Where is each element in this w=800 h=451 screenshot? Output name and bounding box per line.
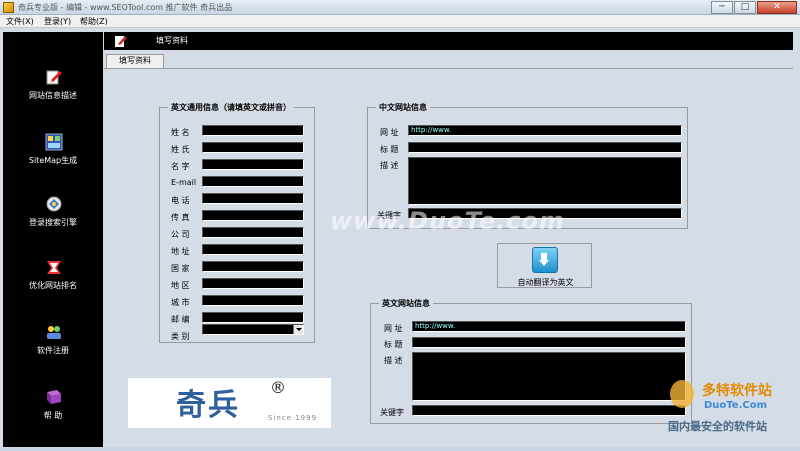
field-label: 网 址 (384, 324, 403, 333)
field-label: 姓 名 (171, 128, 190, 137)
full-name-field[interactable] (202, 125, 304, 136)
en-url-field[interactable]: http://www. (412, 321, 686, 332)
sidebar-item-submit-engines[interactable]: 登录搜索引擎 (3, 195, 103, 245)
minimize-button[interactable]: ─ (711, 1, 733, 14)
field-label: 类 别 (171, 332, 190, 341)
sidebar-item-help[interactable]: 帮 助 (3, 388, 103, 438)
region-field[interactable] (202, 278, 304, 289)
menu-file[interactable]: 文件(X) (6, 16, 34, 27)
cn-description-field[interactable] (408, 157, 682, 205)
fax-field[interactable] (202, 210, 304, 221)
edit-icon (46, 70, 62, 85)
help-icon (47, 390, 61, 404)
page-title: 填写资料 (156, 36, 188, 45)
register-icon (47, 326, 61, 339)
group-title: 中文网站信息 (376, 102, 430, 113)
surname-field[interactable] (202, 142, 304, 153)
given-name-field[interactable] (202, 159, 304, 170)
page-header: 填写资料 (104, 32, 793, 50)
field-label: 标 题 (384, 340, 403, 349)
phone-field[interactable] (202, 193, 304, 204)
field-label: 关键字 (380, 408, 404, 417)
field-label: 姓 氏 (171, 145, 190, 154)
cn-title-field[interactable] (408, 142, 682, 153)
brand-logo: 奇兵 ® Since 1999 (128, 378, 331, 428)
address-field[interactable] (202, 244, 304, 255)
sidebar-item-label: 网站信息描述 (29, 91, 77, 100)
country-field[interactable] (202, 261, 304, 272)
window-title: 奇兵专业版 - 编辑 - www.SEOTool.com 推广软件 奇兵出品 (18, 3, 233, 12)
en-keywords-field[interactable] (412, 405, 686, 416)
sidebar-item-label: SiteMap生成 (28, 156, 78, 165)
group-title: 英文通用信息（请填英文或拼音） (168, 102, 294, 113)
watermark-slogan: 国内最安全的软件站 (668, 420, 767, 433)
auto-translate-button[interactable]: 自动翻译为英文 (497, 243, 592, 288)
chevron-down-icon[interactable] (293, 325, 303, 334)
rank-icon (47, 261, 61, 274)
zipcode-field[interactable] (202, 312, 304, 323)
sidebar-item-sitemap[interactable]: SiteMap生成 (3, 133, 103, 183)
close-button[interactable]: ✕ (757, 1, 797, 14)
mascot-icon (670, 380, 694, 408)
submit-icon (46, 196, 62, 212)
company-field[interactable] (202, 227, 304, 238)
watermark-center: www.DuoTe.com (330, 207, 565, 235)
sidebar: 网站信息描述 SiteMap生成 登录搜索引擎 优化网站排名 软件注册 帮 助 (3, 32, 103, 447)
app-icon (3, 2, 14, 13)
field-label: 公 司 (171, 230, 190, 239)
sidebar-item-label: 登录搜索引擎 (29, 218, 77, 227)
tab-fill-info[interactable]: 填写资料 (106, 54, 164, 68)
field-label: 地 址 (171, 247, 190, 256)
field-label: 地 区 (171, 281, 190, 290)
sidebar-item-register[interactable]: 软件注册 (3, 323, 103, 373)
sitemap-icon (45, 133, 63, 151)
field-label: 国 家 (171, 264, 190, 273)
menu-bar: 文件(X) 登录(Y) 帮助(Z) (0, 15, 800, 28)
sidebar-item-site-info[interactable]: 网站信息描述 (3, 68, 103, 118)
group-title: 英文网站信息 (379, 298, 433, 309)
field-label: 电 话 (171, 196, 190, 205)
sidebar-item-label: 帮 助 (43, 411, 63, 420)
watermark-corner: 多特软件站 DuoTe.Com 国内最安全的软件站 (666, 378, 796, 438)
en-title-field[interactable] (412, 337, 686, 348)
sidebar-item-label: 优化网站排名 (29, 281, 77, 290)
tab-divider (104, 68, 793, 69)
email-field[interactable] (202, 176, 304, 187)
watermark-name: 多特软件站 (702, 383, 772, 399)
sidebar-item-label: 软件注册 (37, 346, 69, 355)
field-label: 描 述 (384, 356, 403, 365)
download-arrow-icon (532, 247, 558, 273)
category-select[interactable] (202, 324, 304, 335)
watermark-url: DuoTe.Com (704, 400, 767, 411)
city-field[interactable] (202, 295, 304, 306)
cn-url-field[interactable]: http://www. (408, 125, 682, 136)
en-description-field[interactable] (412, 352, 686, 401)
field-label: 名 字 (171, 162, 190, 171)
registered-mark: ® (270, 378, 286, 397)
logo-text: 奇兵 (176, 388, 240, 423)
sidebar-item-optimize-rank[interactable]: 优化网站排名 (3, 258, 103, 308)
translate-label: 自动翻译为英文 (517, 278, 574, 287)
field-label: E-mail (171, 178, 197, 187)
field-label: 传 真 (171, 213, 190, 222)
title-bar: 奇兵专业版 - 编辑 - www.SEOTool.com 推广软件 奇兵出品 ─… (0, 0, 800, 15)
menu-login[interactable]: 登录(Y) (44, 16, 71, 27)
field-label: 标 题 (380, 145, 399, 154)
field-label: 网 址 (380, 128, 399, 137)
menu-help[interactable]: 帮助(Z) (80, 16, 108, 27)
field-label: 邮 编 (171, 315, 190, 324)
logo-since: Since 1999 (268, 414, 318, 422)
edit-icon (115, 36, 127, 47)
field-label: 描 述 (380, 161, 399, 170)
maximize-button[interactable]: □ (734, 1, 756, 14)
field-label: 城 市 (171, 298, 190, 307)
window-bottom-border (0, 447, 800, 451)
